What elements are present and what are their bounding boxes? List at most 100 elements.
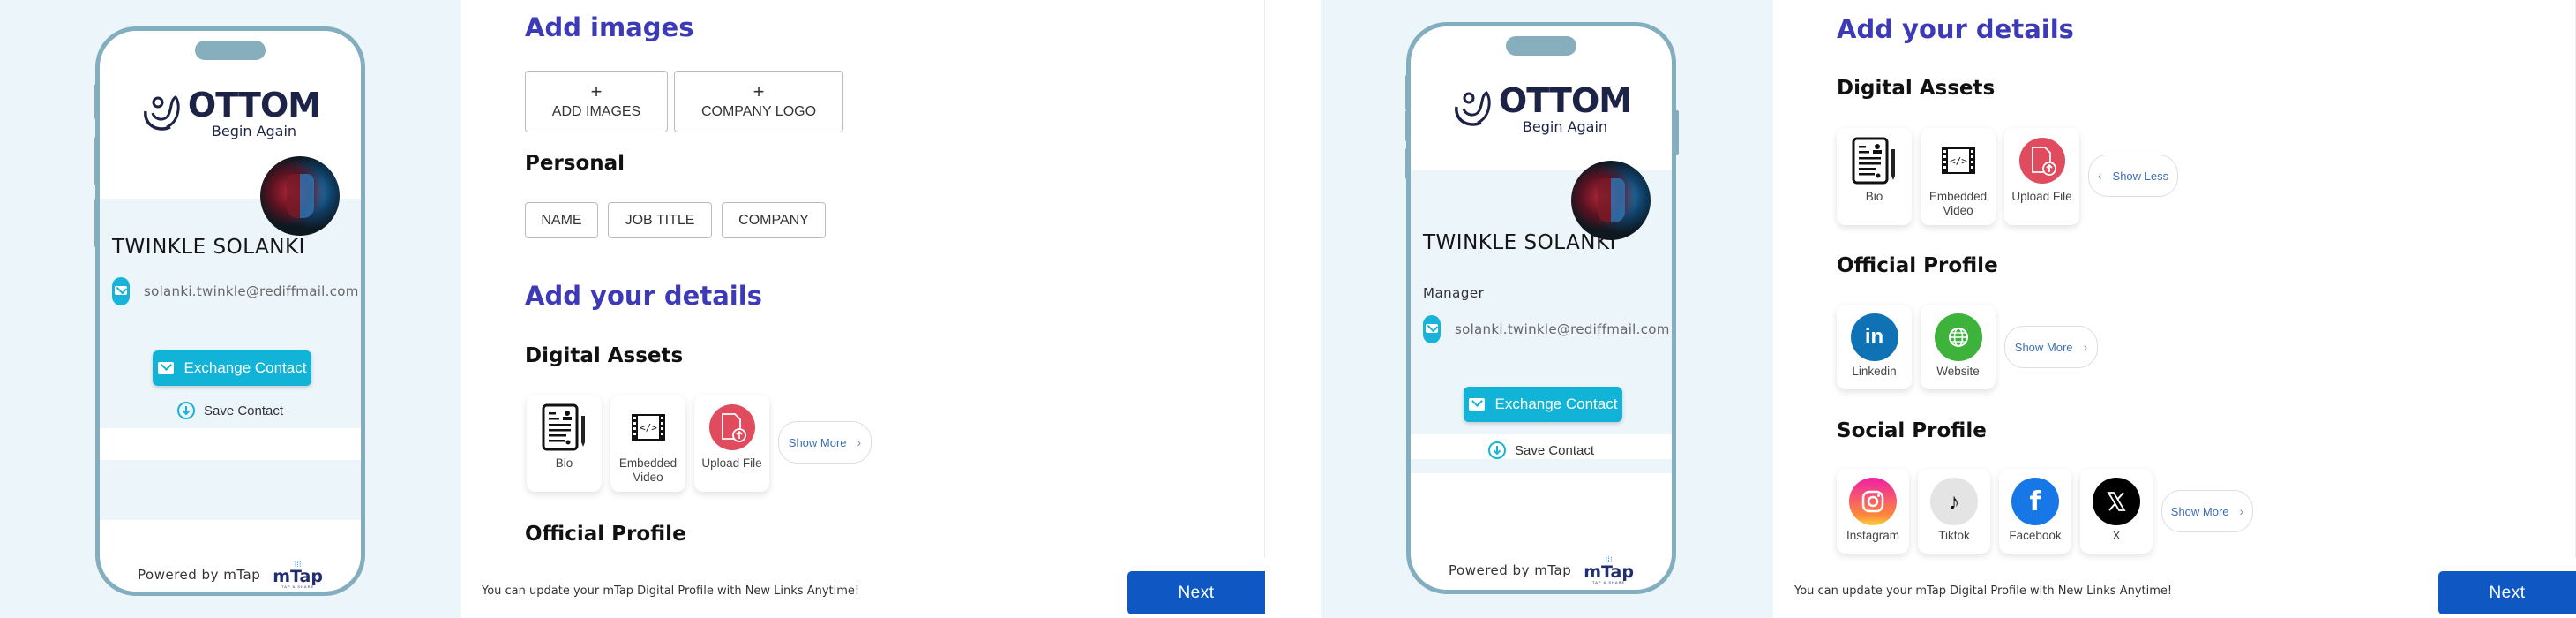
tiktok-icon: ♪ <box>1930 478 1978 525</box>
footer-note: You can update your mTap Digital Profile… <box>1794 584 2173 598</box>
next-button[interactable]: Next <box>1127 571 1265 614</box>
profile-name: TWINKLE SOLANKI <box>112 236 305 259</box>
x-tile[interactable]: X <box>2080 469 2153 554</box>
powered-by-text: Powered by mTap <box>1449 562 1572 578</box>
phone-notch <box>195 41 266 60</box>
email-row[interactable]: solanki.twinkle@rediffmail.com <box>112 277 359 305</box>
screen-step-1: OTTOM Begin Again TWINKLE SOLANKI solank… <box>0 0 1265 618</box>
social-profile-heading: Social Profile <box>1837 419 1987 442</box>
job-title-chip[interactable]: JOB TITLE <box>608 202 712 238</box>
embedded-video-tile[interactable]: </> Embedded Video <box>610 395 685 492</box>
globe-icon <box>1934 313 1982 361</box>
email-icon <box>112 277 130 305</box>
linkedin-tile[interactable]: in Linkedin <box>1837 305 1912 389</box>
name-chip[interactable]: NAME <box>525 202 598 238</box>
digital-show-less-button[interactable]: ‹ Show Less <box>2088 154 2178 197</box>
svg-text:</>: </> <box>640 422 657 433</box>
exchange-contact-label: Exchange Contact <box>183 359 307 376</box>
next-button[interactable]: Next <box>2438 571 2576 614</box>
chevron-left-icon: ‹ <box>2097 169 2102 183</box>
bio-tile[interactable]: Bio <box>1837 128 1912 225</box>
facebook-tile[interactable]: f Facebook <box>1999 469 2071 554</box>
powered-by: Powered by mTap ⁝⁞⁝ mTap TAP & SHARE <box>1411 555 1672 585</box>
brand-name: OTTOM <box>187 86 321 124</box>
download-icon <box>176 402 195 419</box>
tiktok-tile[interactable]: ♪ Tiktok <box>1918 469 1990 554</box>
add-details-heading: Add your details <box>525 281 762 311</box>
email-address: solanki.twinkle@rediffmail.com <box>144 283 359 299</box>
email-icon <box>1423 315 1441 343</box>
save-contact-button[interactable]: Save Contact <box>1411 441 1672 459</box>
phone-preview: OTTOM Begin Again TWINKLE SOLANKI Manage… <box>1406 22 1676 594</box>
add-details-heading: Add your details <box>1837 14 2074 44</box>
official-profile-heading: Official Profile <box>1837 254 1998 277</box>
brand-tagline: Begin Again <box>1522 118 1608 135</box>
form-panel: Add images + ADD IMAGES + COMPANY LOGO P… <box>461 0 1265 558</box>
download-icon <box>1487 441 1506 459</box>
website-tile[interactable]: Website <box>1921 305 1996 389</box>
svg-text:</>: </> <box>1950 155 1967 167</box>
company-logo-button[interactable]: + COMPANY LOGO <box>674 71 843 132</box>
upload-file-tile[interactable]: Upload File <box>2004 128 2079 225</box>
upload-file-tile[interactable]: Upload File <box>694 395 769 492</box>
instagram-tile[interactable]: Instagram <box>1837 469 1909 554</box>
exchange-contact-button[interactable]: Exchange Contact <box>1464 387 1622 422</box>
powered-by: Powered by mTap ⁝⁞⁝ mTap TAP & SHARE <box>100 560 361 590</box>
personal-heading: Personal <box>525 152 625 175</box>
card-lower-section <box>1411 459 1672 473</box>
embedded-video-icon: </> <box>1941 147 1975 174</box>
footer-note: You can update your mTap Digital Profile… <box>482 584 860 598</box>
ottom-logo-icon <box>1455 90 1491 126</box>
save-contact-label: Save Contact <box>1514 442 1595 458</box>
bio-icon <box>1852 137 1895 185</box>
bio-tile[interactable]: Bio <box>527 395 602 492</box>
card-body <box>100 199 361 428</box>
plus-icon: + <box>753 80 765 102</box>
screen-step-2: OTTOM Begin Again TWINKLE SOLANKI Manage… <box>1321 0 2576 618</box>
company-logo: OTTOM Begin Again <box>100 88 361 139</box>
chevron-right-icon: › <box>2239 504 2244 518</box>
exchange-contact-button[interactable]: Exchange Contact <box>153 350 311 386</box>
chevron-right-icon: › <box>857 435 862 449</box>
email-address: solanki.twinkle@rediffmail.com <box>1455 321 1670 337</box>
plus-icon: + <box>590 80 603 102</box>
profile-name: TWINKLE SOLANKI <box>1423 231 1616 254</box>
instagram-icon <box>1849 478 1897 525</box>
save-contact-label: Save Contact <box>203 403 284 418</box>
mtap-logo: ⁝⁞⁝ mTap TAP & SHARE <box>273 560 323 590</box>
social-show-more-button[interactable]: Show More › <box>2161 490 2253 532</box>
bio-icon <box>542 403 585 451</box>
linkedin-icon: in <box>1850 313 1898 361</box>
profile-avatar <box>1571 161 1651 240</box>
brand-name: OTTOM <box>1498 81 1632 120</box>
phone-preview: OTTOM Begin Again TWINKLE SOLANKI solank… <box>95 26 365 596</box>
card-lower-section <box>100 460 361 520</box>
digital-assets-heading: Digital Assets <box>525 344 684 367</box>
facebook-icon: f <box>2011 478 2059 525</box>
x-logo-icon <box>2093 478 2140 525</box>
powered-by-text: Powered by mTap <box>138 567 261 583</box>
form-panel: Add your details Digital Assets Bio </> … <box>1773 0 2576 558</box>
chevron-right-icon: › <box>2083 340 2088 354</box>
profile-avatar <box>260 156 340 236</box>
add-images-button[interactable]: + ADD IMAGES <box>525 71 668 132</box>
upload-file-icon <box>708 404 755 450</box>
profile-job-title: Manager <box>1423 285 1485 301</box>
embedded-video-icon: </> <box>631 414 665 441</box>
embedded-video-tile[interactable]: </> Embedded Video <box>1921 128 1996 225</box>
add-images-heading: Add images <box>525 12 694 42</box>
exchange-contact-label: Exchange Contact <box>1494 396 1618 412</box>
official-show-more-button[interactable]: Show More › <box>2004 326 2098 368</box>
digital-show-more-button[interactable]: Show More › <box>778 421 872 464</box>
official-profile-heading: Official Profile <box>525 523 686 546</box>
mail-icon <box>157 362 174 374</box>
email-row[interactable]: solanki.twinkle@rediffmail.com <box>1423 315 1670 343</box>
company-logo: OTTOM Begin Again <box>1411 84 1672 135</box>
ottom-logo-icon <box>144 94 180 131</box>
brand-tagline: Begin Again <box>211 123 297 139</box>
mtap-logo: ⁝⁞⁝ mTap TAP & SHARE <box>1584 555 1634 585</box>
phone-notch <box>1506 36 1576 56</box>
upload-file-icon <box>2018 138 2065 184</box>
save-contact-button[interactable]: Save Contact <box>100 402 361 419</box>
company-chip[interactable]: COMPANY <box>722 202 826 238</box>
